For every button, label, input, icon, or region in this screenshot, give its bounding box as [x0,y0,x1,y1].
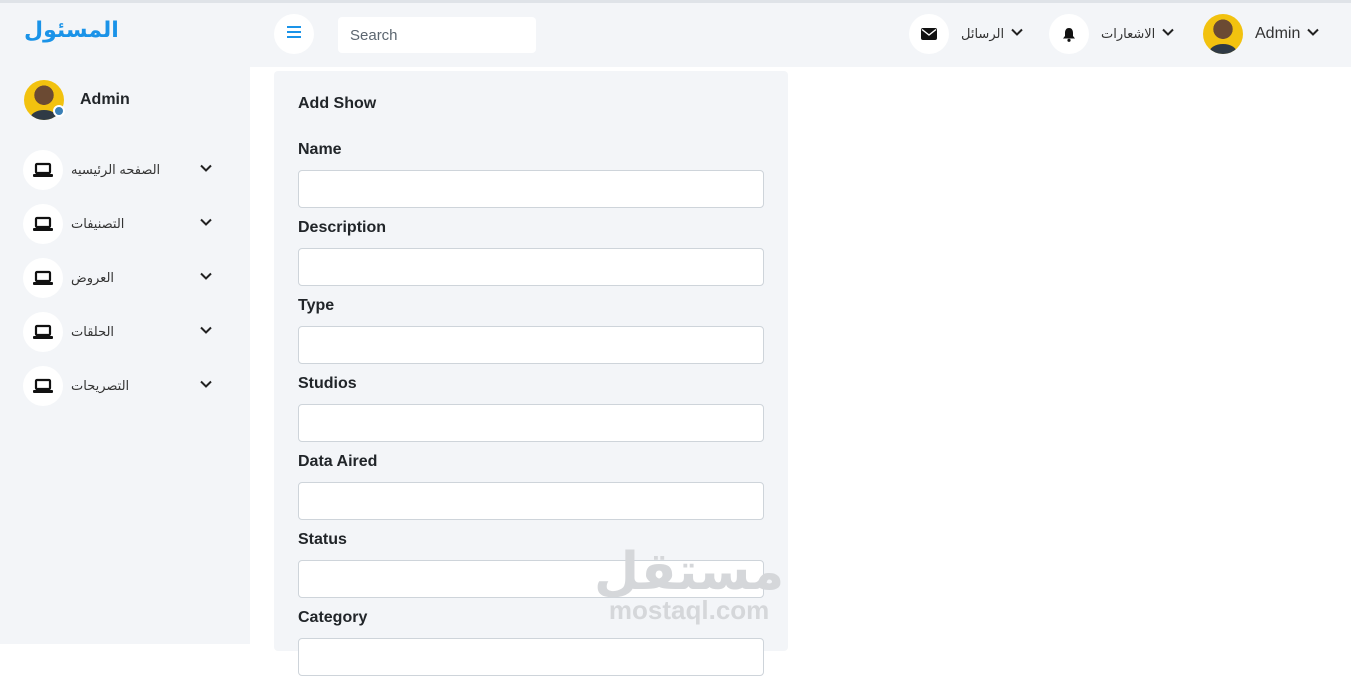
online-status-dot [53,105,65,117]
sidebar-item-label: العروض [71,270,115,285]
chevron-down-icon [199,269,213,288]
notifications-label: الاشعارات [1101,26,1156,41]
sidebar-item-label: التصنيفات [71,216,125,231]
description-field[interactable] [298,248,764,286]
data-aired-field[interactable] [298,482,764,520]
search-input[interactable] [338,17,536,53]
top-header: الرسائل الاشعارات Admin [250,3,1351,67]
type-field[interactable] [298,326,764,364]
sidebar-item-permits[interactable]: التصريحات [23,366,223,406]
avatar [1203,14,1243,54]
chevron-down-icon [199,323,213,342]
brand-title[interactable]: المسئول [24,17,119,43]
sidebar-toggle-button[interactable] [274,14,314,54]
sidebar-item-label: الصفحه الرئيسيه [71,162,161,177]
name-label: Name [298,141,342,158]
chevron-down-icon [1306,25,1320,44]
status-field[interactable] [298,560,764,598]
category-label: Category [298,609,368,626]
sidebar: المسئول Admin الصفحه الرئيسيه التصنيفات [0,3,250,644]
messages-dropdown[interactable]: الرسائل [909,14,1024,54]
type-label: Type [298,297,335,314]
sidebar-item-episodes[interactable]: الحلقات [23,312,223,352]
laptop-icon [23,366,63,406]
card-title: Add Show [298,95,377,112]
messages-label: الرسائل [961,26,1005,41]
laptop-icon [23,312,63,352]
user-menu[interactable]: Admin [1203,14,1320,54]
name-field[interactable] [298,170,764,208]
sidebar-nav: الصفحه الرئيسيه التصنيفات العروض الحلقات… [23,150,223,420]
laptop-icon [23,204,63,244]
chevron-down-icon [199,215,213,234]
sidebar-item-home[interactable]: الصفحه الرئيسيه [23,150,223,190]
description-label: Description [298,219,387,236]
bell-icon [1049,14,1089,54]
notifications-dropdown[interactable]: الاشعارات [1049,14,1175,54]
add-show-card: Add Show Name Description Type Studios D… [274,71,788,676]
chevron-down-icon [199,377,213,396]
bars-icon [287,25,301,43]
data-aired-label: Data Aired [298,453,378,470]
chevron-down-icon [1010,25,1024,44]
laptop-icon [23,150,63,190]
status-label: Status [298,531,347,548]
sidebar-item-label: التصريحات [71,378,130,393]
sidebar-item-shows[interactable]: العروض [23,258,223,298]
sidebar-item-categories[interactable]: التصنيفات [23,204,223,244]
sidebar-item-label: الحلقات [71,324,115,339]
envelope-icon [909,14,949,54]
studios-field[interactable] [298,404,764,442]
laptop-icon [23,258,63,298]
profile-name: Admin [80,91,130,108]
chevron-down-icon [1161,25,1175,44]
chevron-down-icon [199,161,213,180]
header-user-name: Admin [1255,25,1301,42]
studios-label: Studios [298,375,357,392]
sidebar-profile: Admin [24,80,130,120]
